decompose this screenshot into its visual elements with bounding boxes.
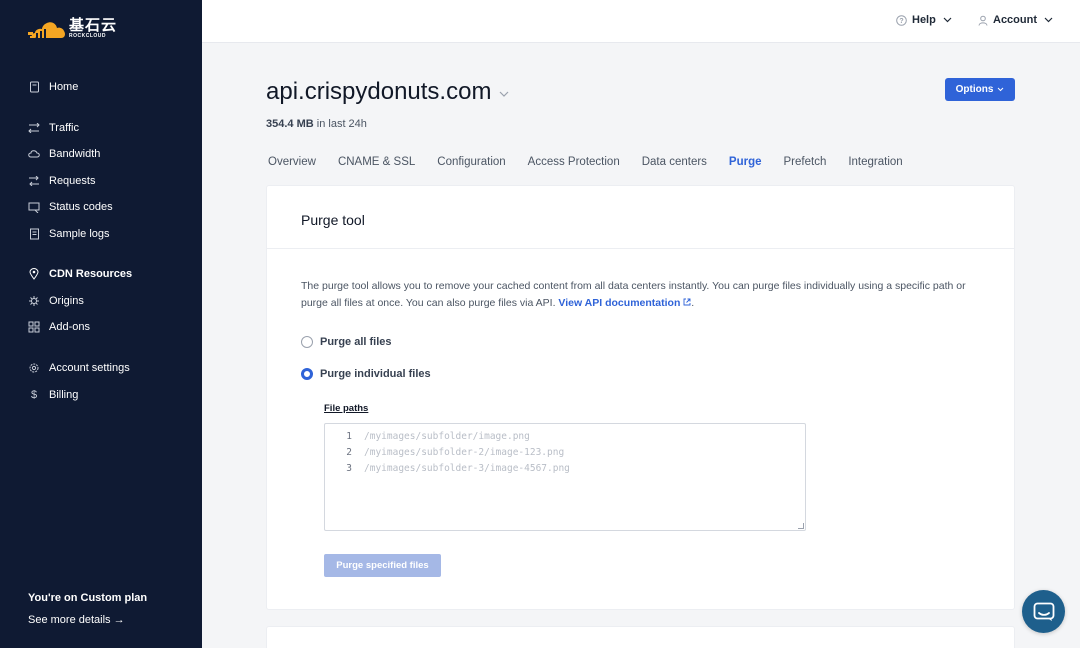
options-button[interactable]: Options xyxy=(945,78,1015,101)
domain-name: api.crispydonuts.com xyxy=(266,78,492,105)
sidebar-item-requests[interactable]: Requests xyxy=(28,175,95,187)
tab-integration[interactable]: Integration xyxy=(848,156,902,168)
tab-data-centers[interactable]: Data centers xyxy=(642,156,707,168)
tab-cname-ssl[interactable]: CNAME & SSL xyxy=(338,156,415,168)
purge-description: The purge tool allows you to remove your… xyxy=(301,280,966,309)
addons-icon xyxy=(28,321,40,333)
sidebar-item-label: Sample logs xyxy=(49,228,110,240)
location-pin-icon xyxy=(28,268,40,280)
sample-logs-icon xyxy=(28,228,40,240)
tab-overview[interactable]: Overview xyxy=(268,156,316,168)
editor-line: 1/myimages/subfolder/image.png xyxy=(325,431,530,442)
sidebar: 基石云 ROCKCLOUD Home Traffic Bandwidth Req… xyxy=(0,0,202,648)
bandwidth-icon xyxy=(28,148,40,160)
sidebar-item-label: Traffic xyxy=(49,122,79,134)
api-link-label: View API documentation xyxy=(558,297,681,309)
cloud-logo-icon xyxy=(28,22,65,38)
sidebar-item-sample-logs[interactable]: Sample logs xyxy=(28,228,110,240)
status-codes-icon xyxy=(28,201,40,213)
sidebar-item-home[interactable]: Home xyxy=(28,81,78,93)
resource-domain-title[interactable]: api.crispydonuts.com xyxy=(266,78,509,106)
plan-details-link[interactable]: See more details → xyxy=(28,614,125,626)
chevron-down-icon[interactable] xyxy=(499,91,509,98)
sidebar-item-traffic[interactable]: Traffic xyxy=(28,122,79,134)
purge-individual-label: Purge individual files xyxy=(320,368,431,380)
chevron-down-icon xyxy=(997,87,1004,92)
sidebar-item-cdn-resources[interactable]: CDN Resources xyxy=(28,268,132,280)
sidebar-item-label: CDN Resources xyxy=(49,268,133,280)
tab-access-protection[interactable]: Access Protection xyxy=(528,156,620,168)
sidebar-item-label: Requests xyxy=(49,175,96,187)
line-number: 2 xyxy=(346,447,352,458)
help-menu-button[interactable]: ? Help xyxy=(896,14,952,26)
options-label: Options xyxy=(955,84,994,95)
origins-icon xyxy=(28,295,40,307)
placeholder-path: /myimages/subfolder/image.png xyxy=(364,431,530,442)
purge-specified-files-button[interactable]: Purge specified files xyxy=(324,554,441,577)
card-title: Purge tool xyxy=(301,212,365,228)
sidebar-item-billing[interactable]: $ Billing xyxy=(28,389,78,401)
purge-tool-card: Purge tool The purge tool allows you to … xyxy=(266,185,1015,610)
chat-icon xyxy=(1033,602,1054,621)
account-label: Account xyxy=(993,14,1037,26)
top-bar: ? Help Account xyxy=(202,0,1080,43)
chat-support-button[interactable] xyxy=(1022,590,1065,633)
external-link-icon xyxy=(683,298,691,306)
editor-line: 2/myimages/subfolder-2/image-123.png xyxy=(325,447,564,458)
sidebar-item-origins[interactable]: Origins xyxy=(28,295,84,307)
resource-tabs: Overview CNAME & SSL Configuration Acces… xyxy=(268,156,925,168)
help-label: Help xyxy=(912,14,936,26)
tab-prefetch[interactable]: Prefetch xyxy=(784,156,827,168)
account-menu-button[interactable]: Account xyxy=(978,14,1053,26)
resize-handle[interactable] xyxy=(798,523,804,529)
api-documentation-link[interactable]: View API documentation xyxy=(558,297,691,309)
chevron-down-icon xyxy=(1044,17,1053,23)
sidebar-item-bandwidth[interactable]: Bandwidth xyxy=(28,148,100,160)
sidebar-item-addons[interactable]: Add-ons xyxy=(28,321,90,333)
help-circle-icon: ? xyxy=(896,14,907,26)
gear-icon xyxy=(28,362,40,374)
line-number: 3 xyxy=(346,463,352,474)
chevron-down-icon xyxy=(943,17,952,23)
placeholder-path: /myimages/subfolder-2/image-123.png xyxy=(364,447,565,458)
purge-individual-option[interactable]: Purge individual files xyxy=(301,368,431,380)
svg-text:?: ? xyxy=(899,18,903,25)
sidebar-item-status-codes[interactable]: Status codes xyxy=(28,201,113,213)
user-icon xyxy=(978,15,988,26)
sidebar-item-label: Home xyxy=(49,81,79,93)
purge-all-option[interactable]: Purge all files xyxy=(301,336,392,348)
plan-status: You're on Custom plan xyxy=(28,592,148,604)
logo[interactable]: 基石云 ROCKCLOUD xyxy=(28,16,117,40)
brand-name-en: ROCKCLOUD xyxy=(69,32,106,39)
purge-individual-radio[interactable] xyxy=(301,368,313,380)
tab-configuration[interactable]: Configuration xyxy=(437,156,505,168)
home-icon xyxy=(28,81,40,93)
placeholder-path: /myimages/subfolder-3/image-4567.png xyxy=(364,463,570,474)
editor-line: 3/myimages/subfolder-3/image-4567.png xyxy=(325,463,570,474)
sidebar-item-label: Status codes xyxy=(49,201,113,213)
sidebar-item-label: Billing xyxy=(49,389,79,401)
secondary-card xyxy=(266,626,1015,648)
purge-all-label: Purge all files xyxy=(320,336,392,348)
traffic-icon xyxy=(28,122,40,134)
file-paths-editor[interactable]: 1/myimages/subfolder/image.png 2/myimage… xyxy=(324,423,806,531)
file-paths-label: File paths xyxy=(324,403,369,414)
usage-value: 354.4 MB xyxy=(266,118,314,130)
sidebar-item-account-settings[interactable]: Account settings xyxy=(28,362,130,374)
usage-suffix: in last 24h xyxy=(313,118,367,130)
tab-purge[interactable]: Purge xyxy=(729,156,762,168)
divider xyxy=(267,248,1014,249)
line-number: 1 xyxy=(346,431,352,442)
sidebar-item-label: Account settings xyxy=(49,362,130,374)
usage-summary: 354.4 MB in last 24h xyxy=(266,118,367,130)
sidebar-item-label: Add-ons xyxy=(49,321,90,333)
purge-all-radio[interactable] xyxy=(301,336,313,348)
dollar-icon: $ xyxy=(30,389,38,401)
brand-name-cn: 基石云 xyxy=(69,16,118,34)
requests-icon xyxy=(28,175,40,187)
sidebar-item-label: Bandwidth xyxy=(49,148,101,160)
sidebar-item-label: Origins xyxy=(49,295,84,307)
